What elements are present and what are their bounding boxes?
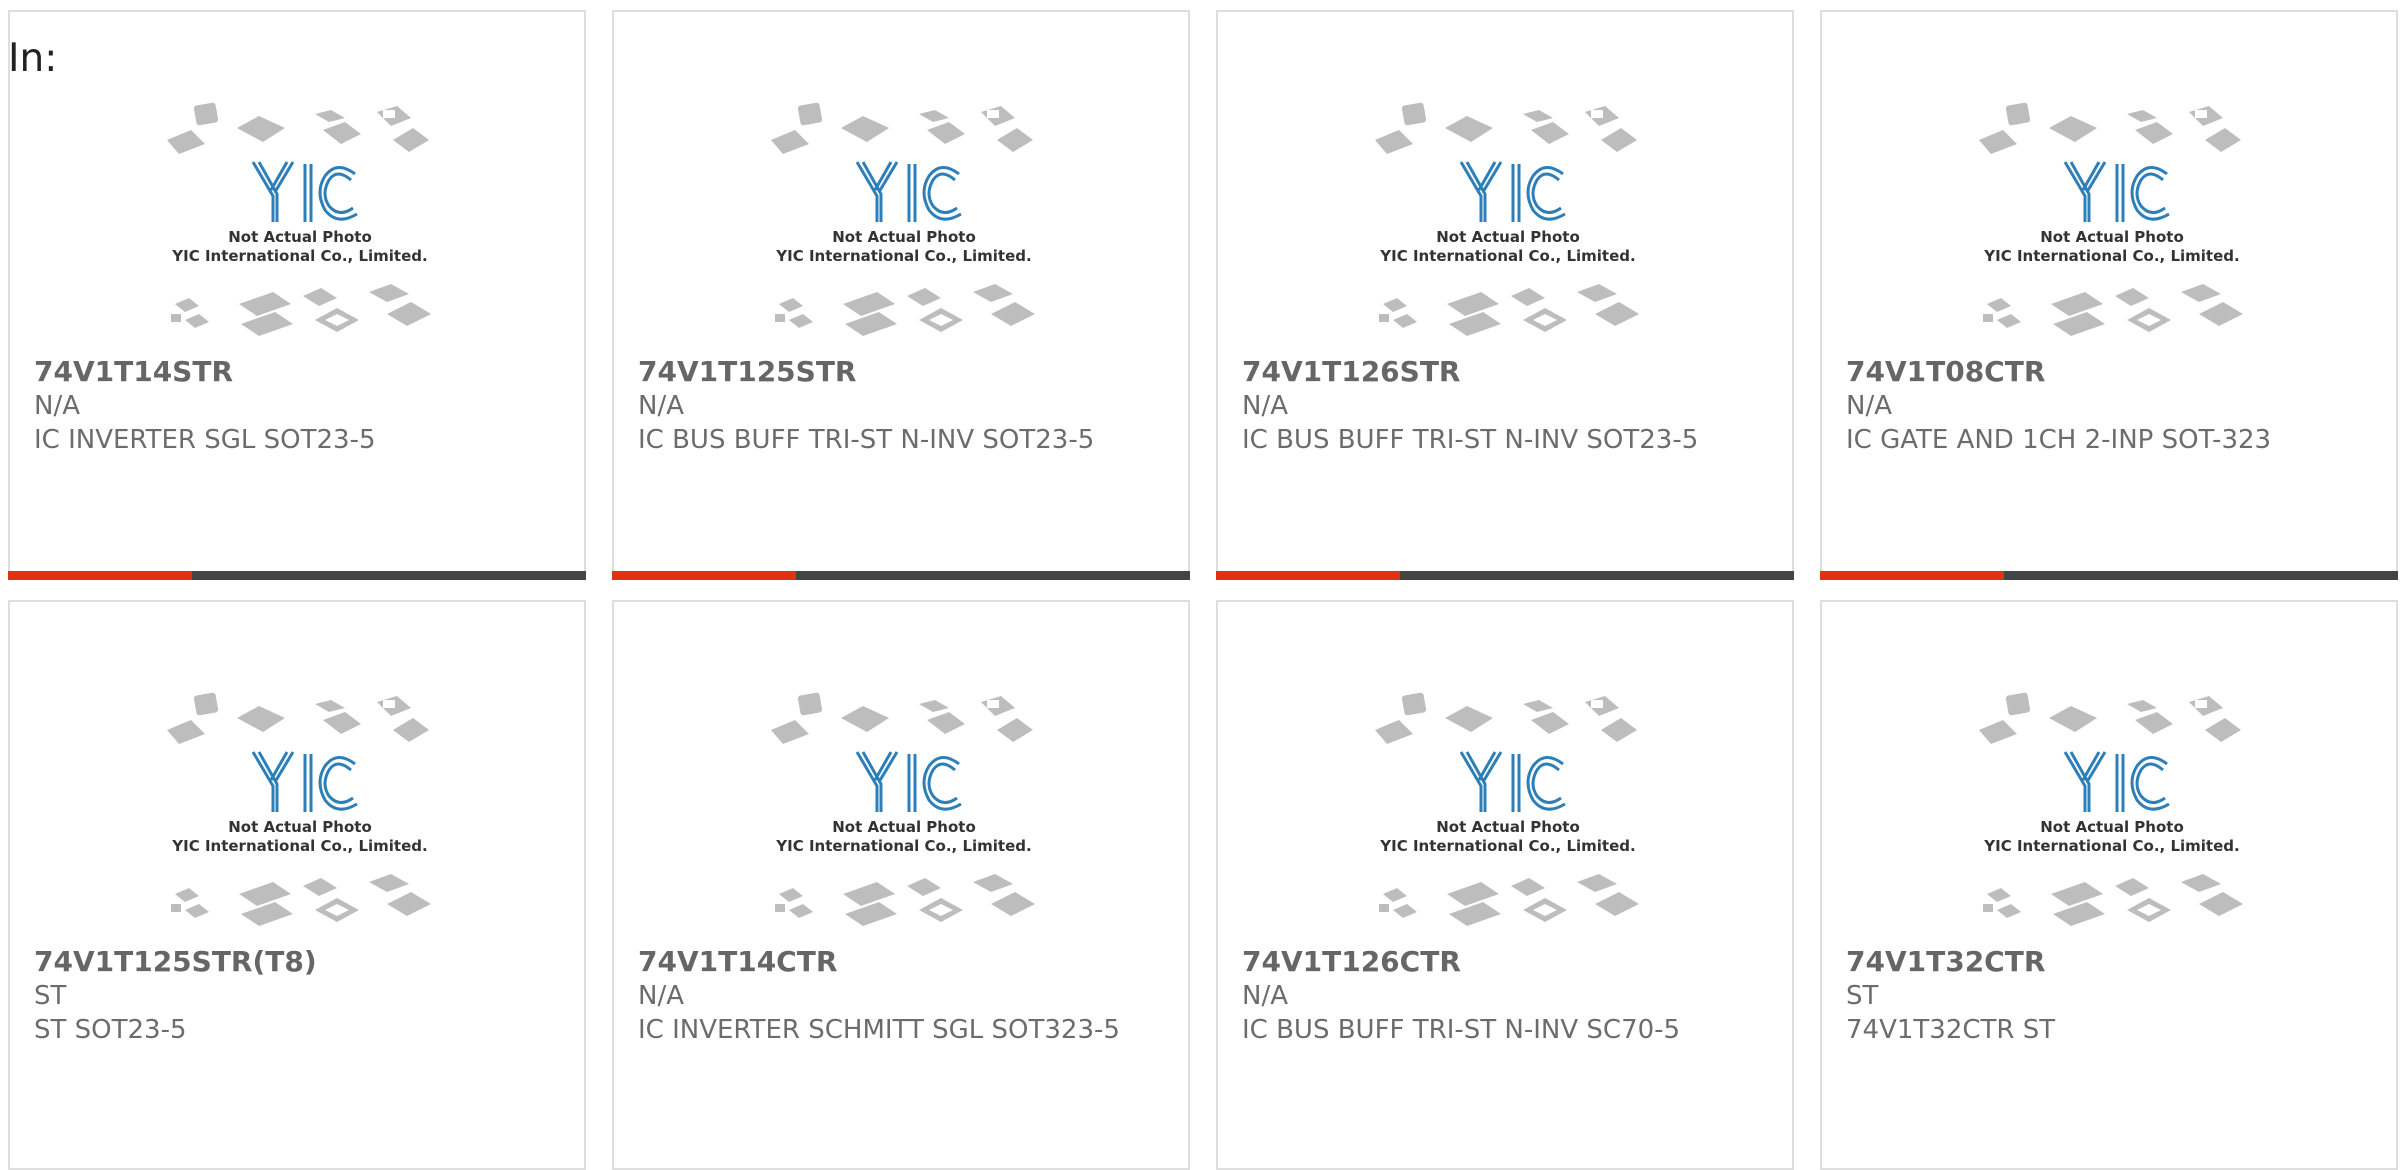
placeholder-image-icon: Not Actual Photo YIC International Co., … <box>1375 102 1639 336</box>
placeholder-image-icon: Not Actual Photo YIC International Co., … <box>1375 692 1639 926</box>
product-thumbnail[interactable]: Not Actual Photo YIC International Co., … <box>165 100 435 350</box>
placeholder-image-icon: Not Actual Photo YIC International Co., … <box>1979 692 2243 926</box>
product-thumbnail[interactable]: Not Actual Photo YIC International Co., … <box>1977 690 2247 940</box>
card-status-bar <box>1820 571 2398 580</box>
svg-text:Not Actual Photo: Not Actual Photo <box>1436 818 1580 836</box>
manufacturer: N/A <box>638 391 684 421</box>
product-card[interactable]: Not Actual Photo YIC International Co., … <box>8 10 586 580</box>
description: IC BUS BUFF TRI-ST N-INV SC70-5 <box>1242 1015 1681 1045</box>
description: ST SOT23-5 <box>34 1015 187 1045</box>
product-thumbnail[interactable]: Not Actual Photo YIC International Co., … <box>1373 100 1643 350</box>
svg-text:YIC International Co., Limited: YIC International Co., Limited. <box>775 837 1031 855</box>
manufacturer: N/A <box>34 391 80 421</box>
svg-text:YIC International Co., Limited: YIC International Co., Limited. <box>171 837 427 855</box>
part-number[interactable]: 74V1T14STR <box>34 355 554 389</box>
card-status-bar <box>8 571 586 580</box>
svg-text:Not Actual Photo: Not Actual Photo <box>228 818 372 836</box>
svg-text:Not Actual Photo: Not Actual Photo <box>1436 228 1580 246</box>
part-number[interactable]: 74V1T126CTR <box>1242 945 1762 979</box>
product-card[interactable]: Not Actual Photo YIC International Co., … <box>1216 600 1794 1170</box>
placeholder-image-icon: Not Actual Photo YIC International Co., … <box>771 102 1035 336</box>
product-card[interactable]: Not Actual Photo YIC International Co., … <box>1216 10 1794 580</box>
product-thumbnail[interactable]: Not Actual Photo YIC International Co., … <box>165 690 435 940</box>
manufacturer: N/A <box>1242 391 1288 421</box>
part-number[interactable]: 74V1T14CTR <box>638 945 1158 979</box>
description: IC BUS BUFF TRI-ST N-INV SOT23-5 <box>638 425 1095 455</box>
manufacturer: N/A <box>638 981 684 1011</box>
product-card[interactable]: Not Actual Photo YIC International Co., … <box>8 600 586 1170</box>
product-grid: Not Actual Photo YIC International Co., … <box>0 0 2400 1170</box>
placeholder-image-icon: Not Actual Photo YIC International Co., … <box>167 692 431 926</box>
card-status-bar-accent <box>612 571 796 580</box>
product-thumbnail[interactable]: Not Actual Photo YIC International Co., … <box>1977 100 2247 350</box>
product-card[interactable]: Not Actual Photo YIC International Co., … <box>1820 600 2398 1170</box>
description: IC GATE AND 1CH 2-INP SOT-323 <box>1846 425 2272 455</box>
part-number[interactable]: 74V1T08CTR <box>1846 355 2366 389</box>
product-card[interactable]: Not Actual Photo YIC International Co., … <box>612 600 1190 1170</box>
placeholder-image-icon: Not Actual Photo YIC International Co., … <box>771 692 1035 926</box>
description: 74V1T32CTR ST <box>1846 1015 2056 1045</box>
page-label: In: <box>8 36 58 81</box>
product-thumbnail[interactable]: Not Actual Photo YIC International Co., … <box>769 100 1039 350</box>
product-card[interactable]: Not Actual Photo YIC International Co., … <box>612 10 1190 580</box>
part-number[interactable]: 74V1T125STR(T8) <box>34 945 554 979</box>
svg-text:YIC International Co., Limited: YIC International Co., Limited. <box>1379 837 1635 855</box>
manufacturer: N/A <box>1242 981 1288 1011</box>
part-number[interactable]: 74V1T32CTR <box>1846 945 2366 979</box>
placeholder-image-icon: Not Actual Photo YIC International Co., … <box>1979 102 2243 336</box>
svg-text:Not Actual Photo: Not Actual Photo <box>832 228 976 246</box>
manufacturer: N/A <box>1846 391 1892 421</box>
svg-text:YIC International Co., Limited: YIC International Co., Limited. <box>1983 837 2239 855</box>
part-number[interactable]: 74V1T126STR <box>1242 355 1762 389</box>
svg-text:Not Actual Photo: Not Actual Photo <box>228 228 372 246</box>
product-thumbnail[interactable]: Not Actual Photo YIC International Co., … <box>1373 690 1643 940</box>
product-card[interactable]: Not Actual Photo YIC International Co., … <box>1820 10 2398 580</box>
manufacturer: ST <box>34 981 67 1011</box>
card-status-bar-accent <box>1820 571 2004 580</box>
placeholder-image-icon: Not Actual Photo YIC International Co., … <box>167 102 431 336</box>
svg-text:YIC International Co., Limited: YIC International Co., Limited. <box>1379 247 1635 265</box>
card-status-bar-accent <box>1216 571 1400 580</box>
svg-text:YIC International Co., Limited: YIC International Co., Limited. <box>171 247 427 265</box>
svg-text:YIC International Co., Limited: YIC International Co., Limited. <box>1983 247 2239 265</box>
description: IC INVERTER SGL SOT23-5 <box>34 425 376 455</box>
svg-text:Not Actual Photo: Not Actual Photo <box>2040 818 2184 836</box>
description: IC BUS BUFF TRI-ST N-INV SOT23-5 <box>1242 425 1699 455</box>
part-number[interactable]: 74V1T125STR <box>638 355 1158 389</box>
card-status-bar <box>612 571 1190 580</box>
svg-text:YIC International Co., Limited: YIC International Co., Limited. <box>775 247 1031 265</box>
card-status-bar-accent <box>8 571 192 580</box>
product-thumbnail[interactable]: Not Actual Photo YIC International Co., … <box>769 690 1039 940</box>
svg-text:Not Actual Photo: Not Actual Photo <box>2040 228 2184 246</box>
card-status-bar <box>1216 571 1794 580</box>
description: IC INVERTER SCHMITT SGL SOT323-5 <box>638 1015 1120 1045</box>
manufacturer: ST <box>1846 981 1879 1011</box>
svg-text:Not Actual Photo: Not Actual Photo <box>832 818 976 836</box>
